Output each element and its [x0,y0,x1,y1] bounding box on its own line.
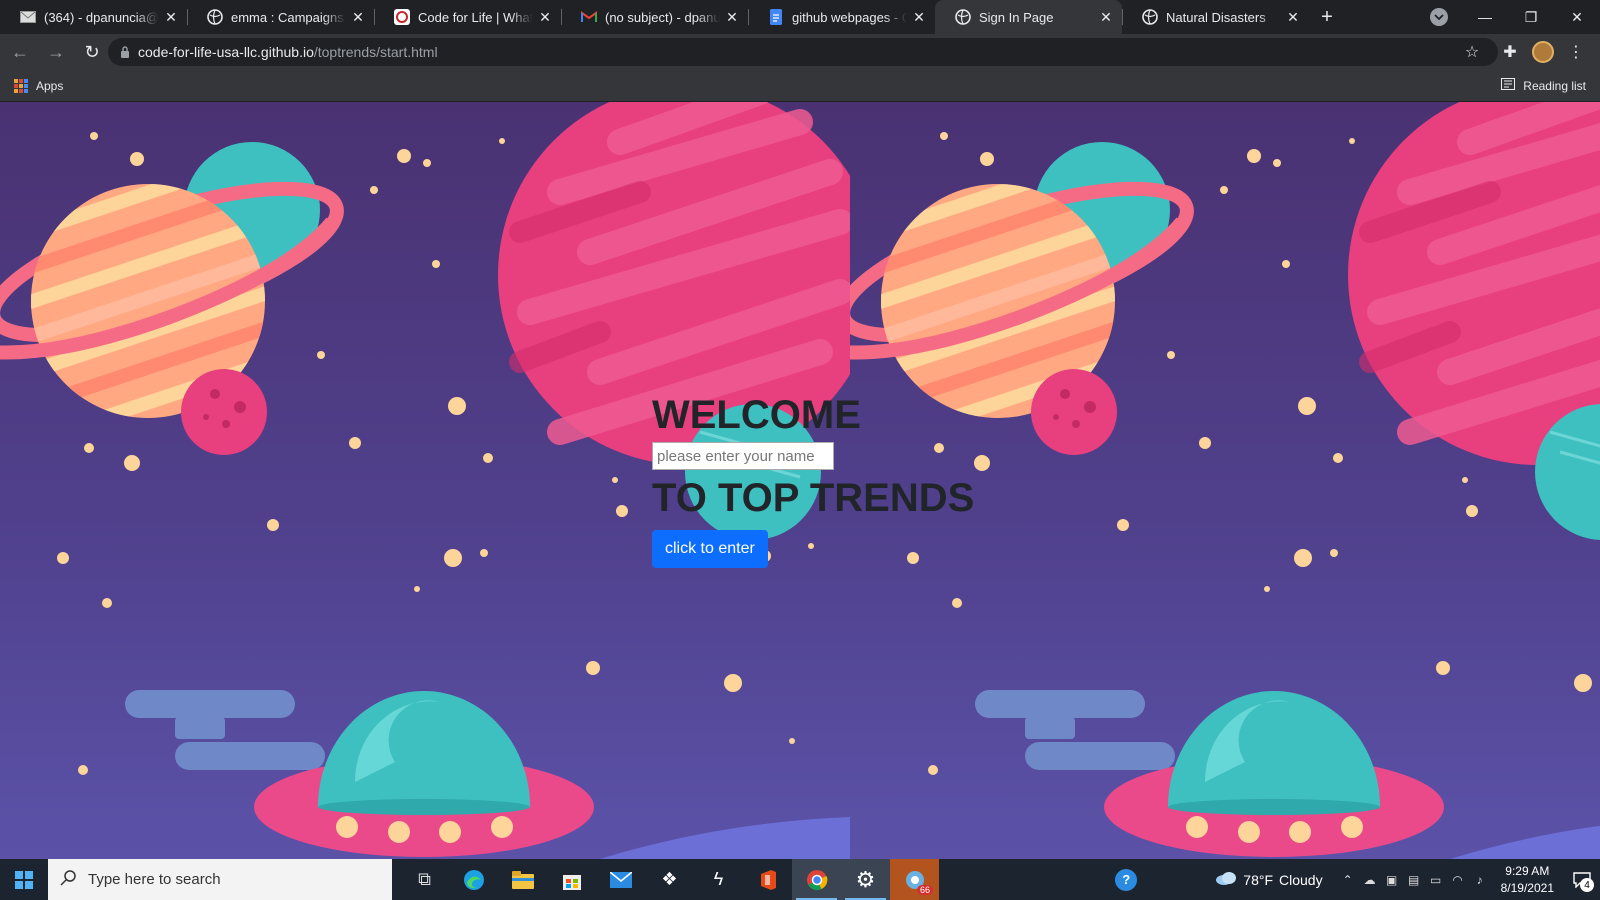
new-tab-plus-icon[interactable]: + [1313,0,1341,34]
close-icon[interactable]: ✕ [1285,9,1301,25]
profile-avatar[interactable] [1532,41,1554,63]
weather-widget[interactable]: 78°F Cloudy [1215,871,1323,888]
welcome-form: WELCOME TO TOP TRENDS click to enter [652,392,974,568]
forward-arrow-icon[interactable]: → [40,36,72,68]
gmail-icon [581,9,597,25]
globe-icon [955,9,971,25]
globe-icon [207,9,223,25]
enter-button[interactable]: click to enter [652,530,768,568]
tab-title: Natural Disasters [1166,9,1266,25]
windows-taskbar: Type here to search ⧉ ❖ ϟ ⚙ 66 ? 78°F Cl… [0,859,1600,900]
bookmarks-bar: Apps Reading list [0,70,1600,102]
close-icon[interactable]: ✕ [724,9,740,25]
restore-icon[interactable]: ❐ [1508,0,1554,34]
minimize-icon[interactable]: — [1462,0,1508,34]
weather-desc: Cloudy [1279,871,1323,888]
clock[interactable]: 9:29 AM 8/19/2021 [1501,863,1554,897]
tray-app-icon[interactable]: ▣ [1381,873,1403,887]
tab-title: emma : Campaigns : Camp [231,9,346,25]
cloud-icon [1215,871,1237,888]
reading-list-button[interactable]: Reading list [1501,78,1586,93]
tab-github-webpages[interactable]: github webpages - Goog ✕ [748,0,935,34]
tab-title: github webpages - Goog [792,9,907,25]
close-icon[interactable]: ✕ [537,9,553,25]
reading-list-icon [1501,78,1516,93]
welcome-heading: WELCOME [652,393,861,437]
close-icon[interactable]: ✕ [350,9,366,25]
tab-title: Sign In Page [979,9,1054,25]
mail-icon [20,9,36,25]
name-input[interactable] [652,442,834,470]
clock-date: 8/19/2021 [1500,880,1554,895]
tab-code-for-life[interactable]: Code for Life | What's Yo ✕ [374,0,561,34]
close-icon[interactable]: ✕ [911,9,927,25]
tab-strip: (364) - dpanuncia@code ✕ emma : Campaign… [0,0,1600,34]
chrome-badge-app-icon[interactable]: 66 [890,859,939,900]
taskbar-apps: ⧉ ❖ ϟ ⚙ 66 [400,859,939,900]
top-trends-heading: TO TOP TRENDS [652,476,975,520]
wifi-icon[interactable]: ◠ [1447,873,1469,887]
onedrive-icon[interactable]: ☁ [1359,873,1381,887]
search-placeholder: Type here to search [88,871,221,888]
task-view-icon[interactable]: ⧉ [400,859,449,900]
tab-campaigns[interactable]: emma : Campaigns : Camp ✕ [187,0,374,34]
tab-gmail[interactable]: (no subject) - dpanuncia ✕ [561,0,748,34]
edge-icon[interactable] [449,859,498,900]
apps-label: Apps [36,78,64,93]
dropbox-icon[interactable]: ❖ [645,859,694,900]
tab-title: Code for Life | What's Yo [418,9,533,25]
file-explorer-icon[interactable] [498,859,547,900]
url-path: /toptrends/start.html [313,44,438,60]
mail-app-icon[interactable] [596,859,645,900]
window-controls: — ❐ ✕ [1462,0,1600,34]
close-icon[interactable]: ✕ [163,9,179,25]
chrome-icon[interactable] [792,859,841,900]
system-tray: ? 78°F Cloudy ⌃ ☁ ▣ ▤ ▭ ◠ ♪ 9:29 AM 8/19… [1115,859,1600,900]
lock-icon [120,46,130,58]
volume-icon[interactable]: ♪ [1469,873,1491,887]
toolbar-actions: ☆ ✚ ⋮ [1456,36,1592,68]
bookmark-star-icon[interactable]: ☆ [1456,36,1488,68]
store-icon[interactable] [547,859,596,900]
tab-search-chevron-icon[interactable] [1430,8,1448,26]
close-window-icon[interactable]: ✕ [1554,0,1600,34]
windows-start-icon[interactable] [0,859,48,900]
help-icon[interactable]: ? [1115,868,1138,891]
tab-title: (364) - dpanuncia@code [44,9,159,25]
weather-temp: 78°F [1243,871,1274,888]
clock-time: 9:29 AM [1505,863,1550,878]
browser-toolbar: ← → ↻ code-for-life-usa-llc.github.io/to… [0,34,1600,70]
close-icon[interactable]: ✕ [1098,9,1114,25]
taskbar-search-box[interactable]: Type here to search [48,859,392,900]
settings-gear-icon[interactable]: ⚙ [841,859,890,900]
search-icon [60,869,76,890]
globe-icon [1142,9,1158,25]
code-for-life-icon [394,9,410,25]
notification-count: 4 [1580,878,1594,892]
reload-icon[interactable]: ↻ [76,36,108,68]
app-badge-count: 66 [916,885,933,895]
tab-title: (no subject) - dpanuncia [605,9,720,25]
apps-shortcut[interactable]: Apps [14,78,64,93]
address-bar[interactable]: code-for-life-usa-llc.github.io/toptrend… [108,38,1498,66]
url-host: code-for-life-usa-llc.github.io [138,44,314,60]
apps-grid-icon [14,78,28,93]
tab-sign-in-page[interactable]: Sign In Page ✕ [935,0,1122,34]
reading-list-label: Reading list [1523,78,1586,93]
lightning-app-icon[interactable]: ϟ [694,859,743,900]
page-viewport: WELCOME TO TOP TRENDS click to enter [0,102,1600,859]
office-icon[interactable] [743,859,792,900]
battery-icon[interactable]: ▭ [1425,873,1447,887]
notification-center-icon[interactable]: 4 [1564,859,1600,900]
back-arrow-icon[interactable]: ← [4,36,36,68]
tab-natural-disasters[interactable]: Natural Disasters ✕ [1122,0,1309,34]
extensions-puzzle-icon[interactable]: ✚ [1494,36,1526,68]
chevron-up-icon[interactable]: ⌃ [1337,873,1359,887]
menu-kebab-icon[interactable]: ⋮ [1560,36,1592,68]
meet-now-icon[interactable]: ▤ [1403,873,1425,887]
tab-mail[interactable]: (364) - dpanuncia@code ✕ [0,0,187,34]
docs-icon [768,9,784,25]
